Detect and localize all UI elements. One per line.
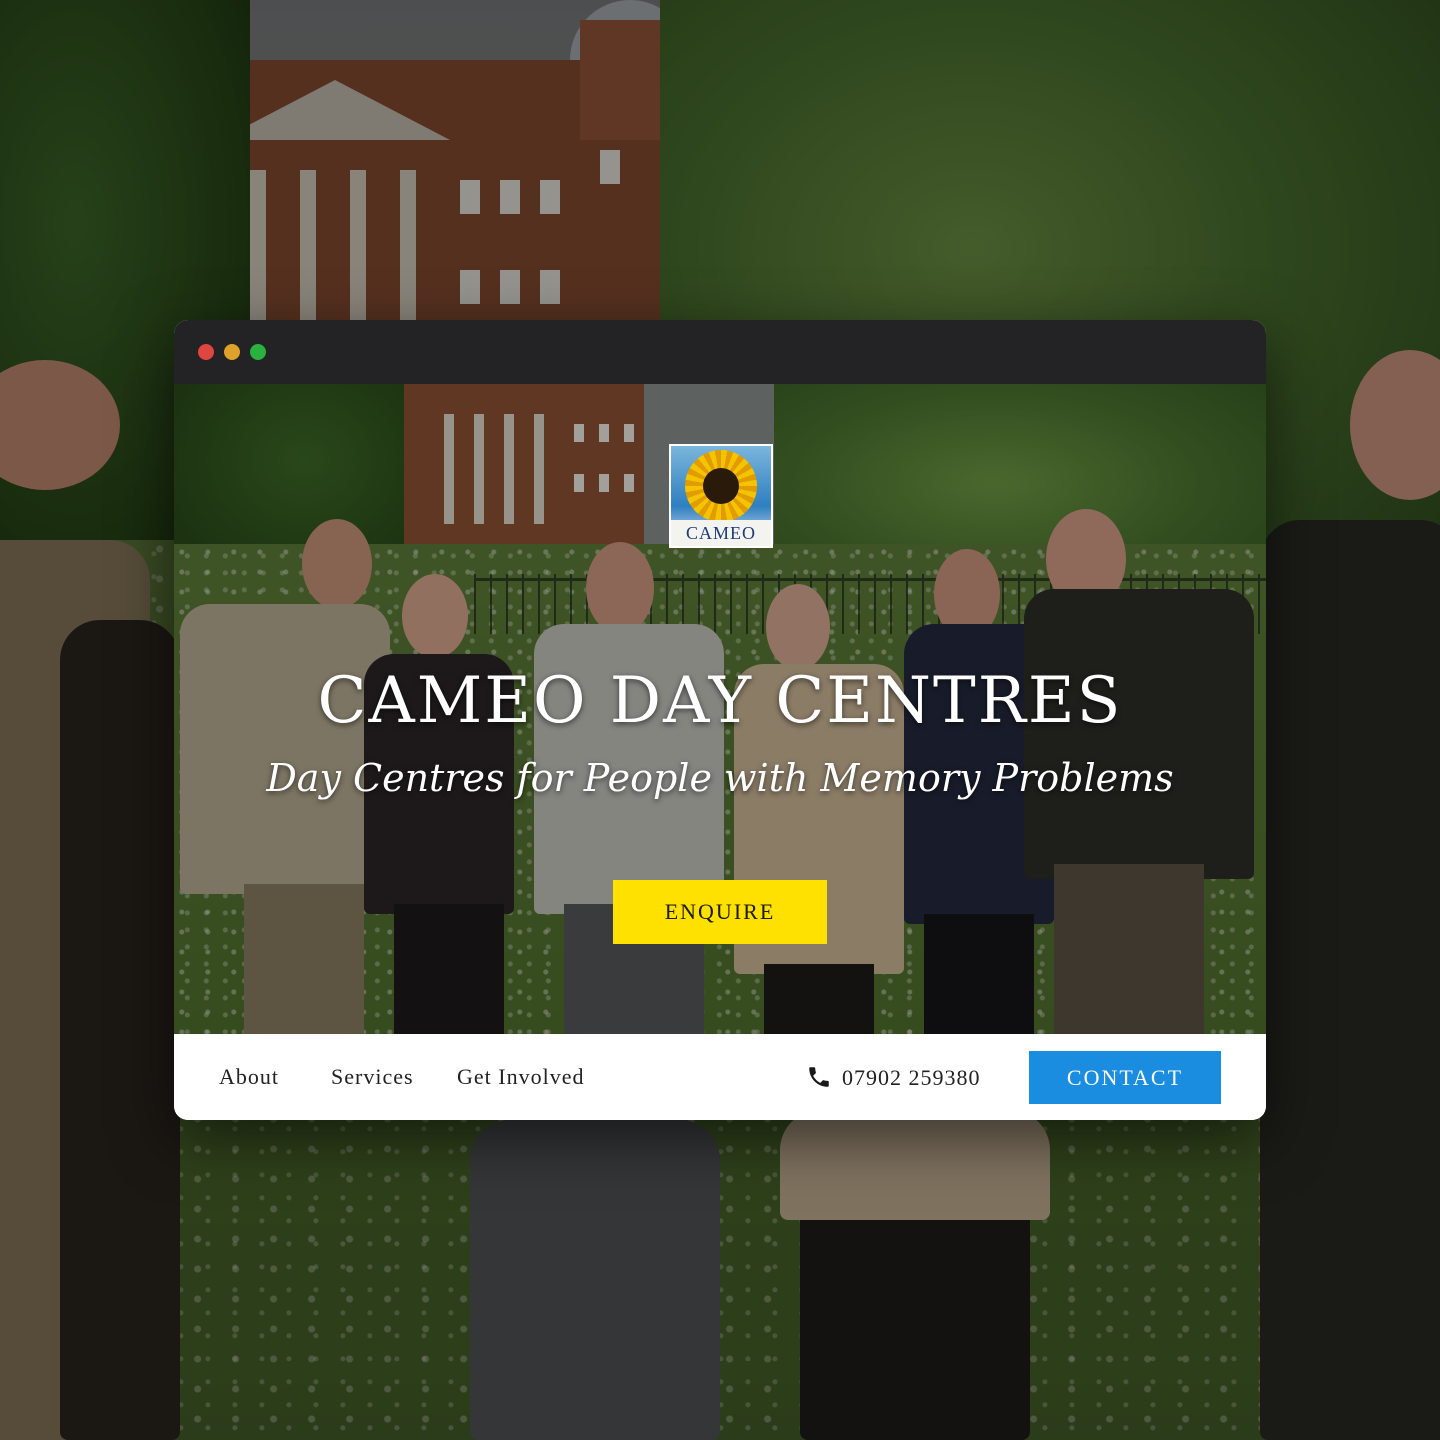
nav-link-about[interactable]: About [219, 1064, 279, 1090]
hero-title: CAMEO DAY CENTRES [317, 664, 1123, 738]
cameo-logo[interactable]: CAMEO [669, 444, 773, 548]
enquire-button[interactable]: ENQUIRE [613, 880, 827, 944]
maximize-window-button[interactable] [250, 344, 266, 360]
phone-icon [809, 1067, 829, 1087]
browser-window: CAMEO CAMEO DAY CENTRES Day Centres for … [174, 320, 1266, 1120]
minimize-window-button[interactable] [224, 344, 240, 360]
hero-section: CAMEO CAMEO DAY CENTRES Day Centres for … [174, 384, 1266, 1034]
logo-text: CAMEO [671, 520, 771, 546]
close-window-button[interactable] [198, 344, 214, 360]
hero-subtitle: Day Centres for People with Memory Probl… [266, 756, 1174, 800]
bottom-navbar: About Services Get Involved 07902 259380… [174, 1034, 1266, 1120]
nav-link-get-involved[interactable]: Get Involved [457, 1064, 584, 1090]
contact-button[interactable]: CONTACT [1029, 1051, 1221, 1104]
nav-link-services[interactable]: Services [331, 1064, 414, 1090]
phone-number[interactable]: 07902 259380 [842, 1065, 981, 1091]
window-titlebar [174, 320, 1266, 384]
